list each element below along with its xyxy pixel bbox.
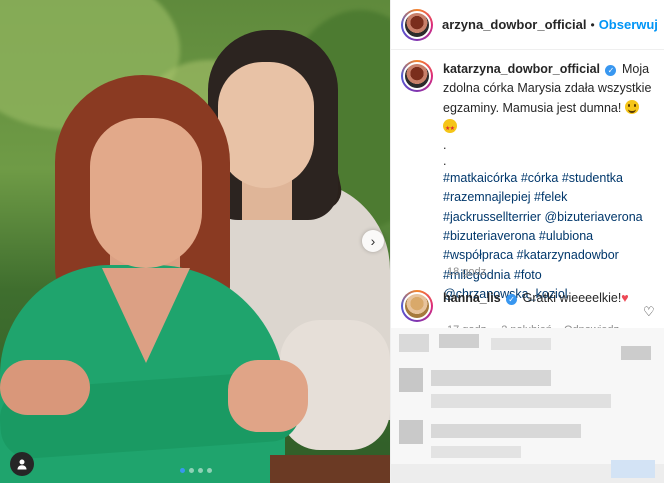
post-header: arzyna_dowbor_official • Obserwuj: [391, 0, 664, 50]
red-heart-emoji-icon: ♥: [621, 291, 629, 305]
hashtag-link[interactable]: #córka: [521, 171, 559, 185]
hashtag-link[interactable]: #felek: [534, 190, 567, 204]
hashtag-link[interactable]: #razemnajlepiej: [443, 190, 531, 204]
comment-username[interactable]: hanna_lis: [443, 291, 501, 305]
post-photo[interactable]: ›: [0, 0, 390, 483]
user-tag-icon: [17, 459, 27, 470]
mention-link[interactable]: @bizuteriaverona: [544, 210, 642, 224]
carousel-dot: [180, 468, 185, 473]
hands-clasped: [228, 360, 308, 432]
hashtag-link[interactable]: #foto: [514, 268, 542, 282]
hashtag-link[interactable]: #bizuteriaverona: [443, 229, 535, 243]
post-caption: katarzyna_dowbor_official ✓ Moja zdolna …: [401, 60, 657, 304]
separator-dot: •: [590, 17, 595, 32]
avatar[interactable]: [401, 290, 433, 322]
follow-button[interactable]: Obserwuj: [599, 17, 658, 32]
carousel-dot: [207, 468, 212, 473]
carousel-next-button[interactable]: ›: [362, 230, 384, 252]
hashtag-link[interactable]: #katarzynadowbor: [517, 248, 619, 262]
hashtag-link[interactable]: #współpraca: [443, 248, 513, 262]
carousel-dots: [180, 468, 212, 473]
hashtag-link[interactable]: #jackrussellterrier: [443, 210, 541, 224]
comment-item: hanna_lis ✓ Gratki wieeeelkie!♥: [401, 290, 657, 322]
heart-icon[interactable]: ♡: [643, 304, 655, 320]
header-username[interactable]: arzyna_dowbor_official: [442, 17, 586, 32]
verified-badge-icon: ✓: [605, 65, 617, 76]
carousel-dot: [198, 468, 203, 473]
hashtags: #matkaicórka #córka #studentka #razemnaj…: [443, 171, 643, 301]
hashtag-link[interactable]: #studentka: [562, 171, 623, 185]
hashtag-link[interactable]: #ulubiona: [539, 229, 593, 243]
chevron-right-icon: ›: [370, 233, 376, 249]
caption-dot: .: [443, 154, 447, 169]
mother-face: [90, 118, 202, 268]
post-details-panel: arzyna_dowbor_official • Obserwuj katarz…: [390, 0, 664, 483]
smile-emoji-icon: [624, 99, 639, 114]
hashtag-link[interactable]: #matkaicórka: [443, 171, 517, 185]
pixelated-region: [391, 328, 664, 483]
caption-username[interactable]: katarzyna_dowbor_official: [443, 62, 600, 76]
starstruck-emoji-icon: [443, 118, 457, 139]
verified-badge-icon: ✓: [506, 294, 518, 305]
mother-hand: [0, 360, 90, 415]
daughter-face: [218, 62, 314, 188]
comments-section[interactable]: katarzyna_dowbor_official ✓ Moja zdolna …: [391, 50, 664, 483]
avatar[interactable]: [401, 60, 433, 92]
post-timestamp[interactable]: 18 godz.: [447, 266, 489, 278]
avatar[interactable]: [401, 8, 433, 41]
mother-neckline: [102, 268, 190, 363]
carousel-dot: [189, 468, 194, 473]
comment-text: Gratki wieeeelkie!: [522, 291, 622, 305]
caption-dot: .: [443, 138, 447, 153]
table-edge: [270, 455, 390, 483]
tagged-users-button[interactable]: [10, 452, 34, 476]
